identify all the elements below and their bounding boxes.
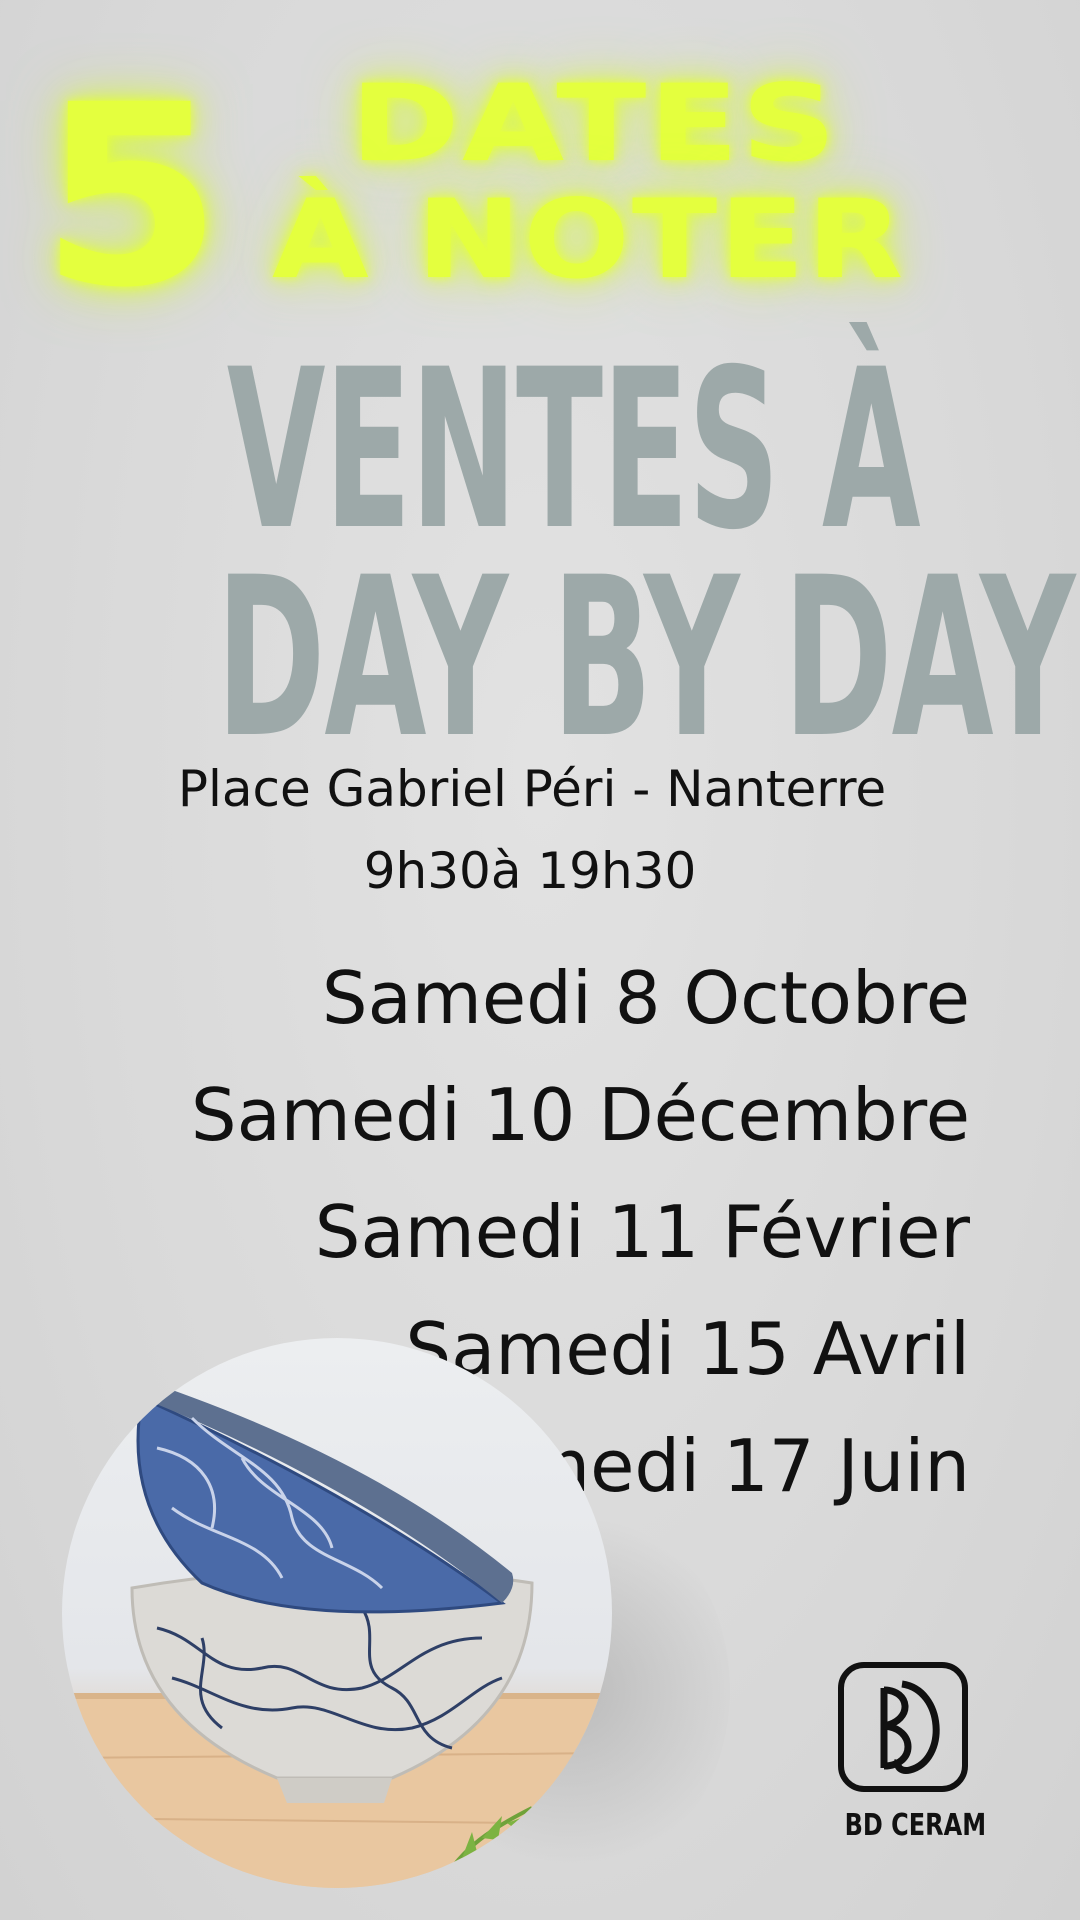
bd-ceram-logo-icon bbox=[838, 1662, 968, 1792]
venue-hours: 9h30à 19h30 bbox=[363, 842, 697, 900]
headline-line-1: VENTES À bbox=[226, 322, 921, 578]
header-number: 5 bbox=[40, 51, 223, 342]
header-noter-word: À NOTER bbox=[272, 175, 906, 303]
date-item-3: Samedi 11 Février bbox=[314, 1190, 970, 1274]
date-item-2: Samedi 10 Décembre bbox=[190, 1073, 970, 1157]
date-item-4: Samedi 15 Avril bbox=[405, 1307, 970, 1391]
venue-place: Place Gabriel Péri - Nanterre bbox=[177, 760, 887, 818]
headline-line-2: DAY BY DAY bbox=[216, 530, 1075, 786]
date-item-1: Samedi 8 Octobre bbox=[321, 956, 970, 1040]
event-poster: 5 DATES À NOTER VENTES À DAY BY DAY Plac… bbox=[0, 0, 1080, 1920]
brand-name: BD CERAM bbox=[844, 1808, 987, 1843]
ceramic-bowls-photo-icon bbox=[62, 1338, 612, 1888]
header-dates-word: DATES bbox=[350, 61, 839, 186]
